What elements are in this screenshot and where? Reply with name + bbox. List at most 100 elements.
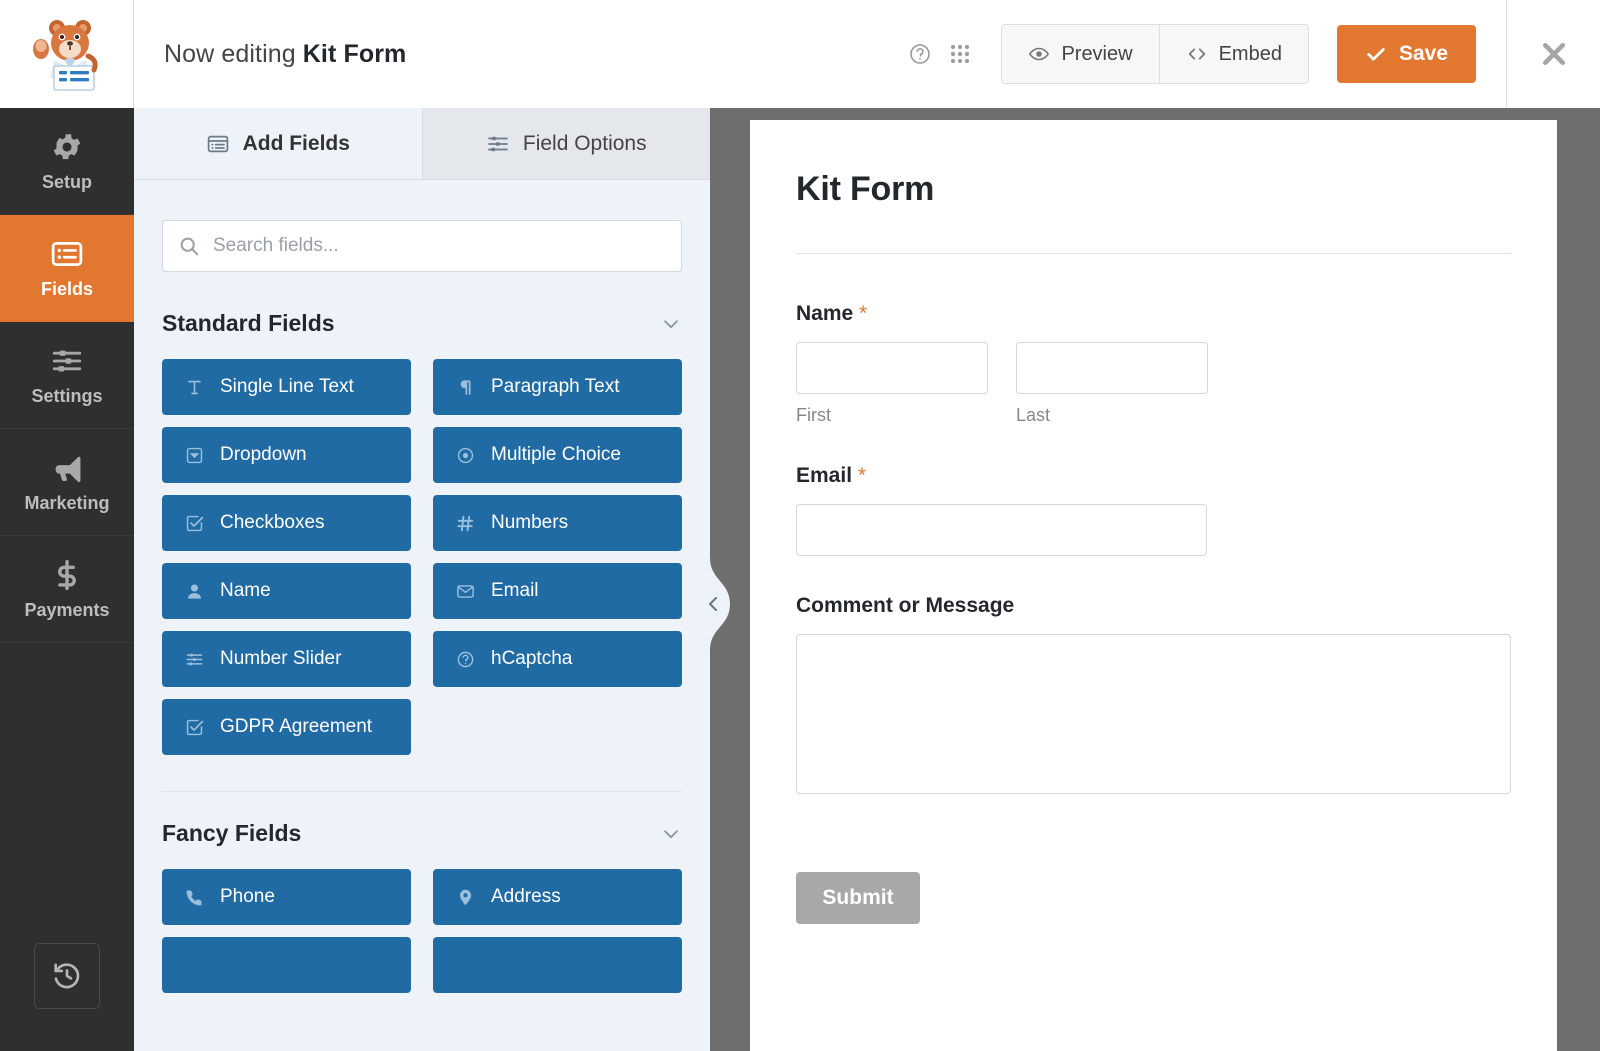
add-fields-panel: Add Fields Field Options (134, 108, 710, 1051)
field-button-label: Email (491, 580, 539, 602)
field-button-phone[interactable]: Phone (162, 869, 411, 925)
field-button-label: hCaptcha (491, 648, 572, 670)
form-builder-app: Now editing Kit Form (0, 0, 1600, 1051)
builder-sidebar: Setup Fields Settings Marketing (0, 108, 134, 1051)
field-button-numbers[interactable]: Numbers (433, 495, 682, 551)
dollar-sign-icon (50, 558, 84, 592)
embed-button[interactable]: Embed (1159, 25, 1308, 83)
field-label: Name * (796, 302, 1511, 326)
search-fields-box (162, 220, 682, 272)
standard-fields-grid: Single Line Text Paragraph Text Dropdown (162, 359, 682, 755)
field-button-gdpr-agreement[interactable]: GDPR Agreement (162, 699, 411, 755)
preview-field-name[interactable]: Name * First Last (796, 302, 1511, 426)
section-divider (162, 791, 682, 792)
text-cursor-icon (184, 378, 204, 397)
sliders-icon (184, 650, 204, 669)
save-button[interactable]: Save (1337, 25, 1476, 83)
grid-dots-icon[interactable] (943, 37, 977, 71)
field-label: Comment or Message (796, 594, 1511, 618)
map-pin-icon (455, 888, 475, 907)
form-list-icon (206, 132, 230, 156)
field-button-address[interactable]: Address (433, 869, 682, 925)
name-last-sublabel: Last (1016, 405, 1208, 426)
field-label-text: Name (796, 302, 853, 325)
sidebar-item-fields[interactable]: Fields (0, 215, 134, 322)
checkbox-checked-icon (184, 514, 204, 533)
checkbox-checked-icon (184, 718, 204, 737)
fancy-fields-grid: Phone Address (162, 869, 682, 993)
revisions-history-button[interactable] (34, 943, 100, 1009)
field-button-name[interactable]: Name (162, 563, 411, 619)
top-bar: Now editing Kit Form (0, 0, 1600, 108)
chevron-down-icon[interactable] (660, 823, 682, 845)
field-button-email[interactable]: Email (433, 563, 682, 619)
preview-field-email[interactable]: Email * (796, 464, 1511, 556)
sidebar-item-label: Setup (42, 172, 92, 193)
envelope-icon (455, 582, 475, 601)
field-button-single-line-text[interactable]: Single Line Text (162, 359, 411, 415)
embed-label: Embed (1219, 43, 1282, 66)
preview-field-comment[interactable]: Comment or Message (796, 594, 1511, 794)
name-first-input[interactable] (796, 342, 988, 394)
field-button-label: Checkboxes (220, 512, 325, 534)
field-button-dropdown[interactable]: Dropdown (162, 427, 411, 483)
history-revert-icon (51, 960, 83, 992)
search-icon (178, 235, 200, 257)
field-button-hcaptcha[interactable]: hCaptcha (433, 631, 682, 687)
sidebar-item-setup[interactable]: Setup (0, 108, 134, 215)
preview-embed-group: Preview Embed (1001, 24, 1309, 84)
field-button-number-slider[interactable]: Number Slider (162, 631, 411, 687)
field-button-label: Numbers (491, 512, 568, 534)
mascot-icon (30, 16, 104, 92)
close-builder-button[interactable] (1506, 0, 1600, 108)
field-label: Email * (796, 464, 1511, 488)
field-button-multiple-choice[interactable]: Multiple Choice (433, 427, 682, 483)
check-icon (1365, 43, 1387, 65)
panel-collapse-handle[interactable] (696, 558, 730, 650)
field-button-label: GDPR Agreement (220, 716, 372, 738)
megaphone-icon (50, 451, 84, 485)
editing-prefix: Now editing (164, 40, 296, 68)
field-button-label: Paragraph Text (491, 376, 620, 398)
search-input[interactable] (162, 220, 682, 272)
tab-label: Field Options (523, 132, 647, 156)
close-x-icon (1539, 39, 1569, 69)
panel-content: Standard Fields Single Line Text Para (134, 180, 710, 993)
hash-icon (455, 514, 475, 533)
sidebar-item-label: Fields (41, 279, 93, 300)
email-input[interactable] (796, 504, 1207, 556)
field-button-label: Name (220, 580, 271, 602)
field-button-partial-right[interactable] (433, 937, 682, 993)
name-last-input[interactable] (1016, 342, 1208, 394)
sidebar-item-label: Settings (31, 386, 102, 407)
pilcrow-icon (455, 378, 475, 397)
comment-textarea[interactable] (796, 634, 1511, 794)
sidebar-item-marketing[interactable]: Marketing (0, 429, 134, 536)
field-button-label: Single Line Text (220, 376, 354, 398)
help-circle-icon[interactable] (903, 37, 937, 71)
form-preview-card: Kit Form Name * First Last Email (750, 120, 1557, 1051)
eye-icon (1028, 43, 1050, 65)
chevron-down-icon[interactable] (660, 313, 682, 335)
dropdown-caret-icon (184, 446, 204, 465)
field-button-partial-left[interactable] (162, 937, 411, 993)
preview-button[interactable]: Preview (1002, 25, 1158, 83)
phone-icon (184, 888, 204, 907)
name-last-col: Last (1016, 342, 1208, 426)
panel-tabs: Add Fields Field Options (134, 108, 710, 180)
submit-button[interactable]: Submit (796, 872, 920, 924)
section-header-fancy-fields[interactable]: Fancy Fields (162, 820, 682, 847)
sidebar-item-label: Payments (24, 600, 109, 621)
section-header-standard-fields[interactable]: Standard Fields (162, 310, 682, 337)
code-icon (1186, 43, 1208, 65)
tab-label: Add Fields (243, 132, 350, 156)
tab-add-fields[interactable]: Add Fields (134, 108, 422, 179)
field-button-label: Address (491, 886, 561, 908)
field-button-checkboxes[interactable]: Checkboxes (162, 495, 411, 551)
required-asterisk: * (858, 464, 866, 487)
tab-field-options[interactable]: Field Options (422, 108, 711, 179)
sidebar-item-payments[interactable]: Payments (0, 536, 134, 643)
top-bar-actions: Preview Embed Save (903, 0, 1600, 108)
field-button-paragraph-text[interactable]: Paragraph Text (433, 359, 682, 415)
sidebar-item-settings[interactable]: Settings (0, 322, 134, 429)
